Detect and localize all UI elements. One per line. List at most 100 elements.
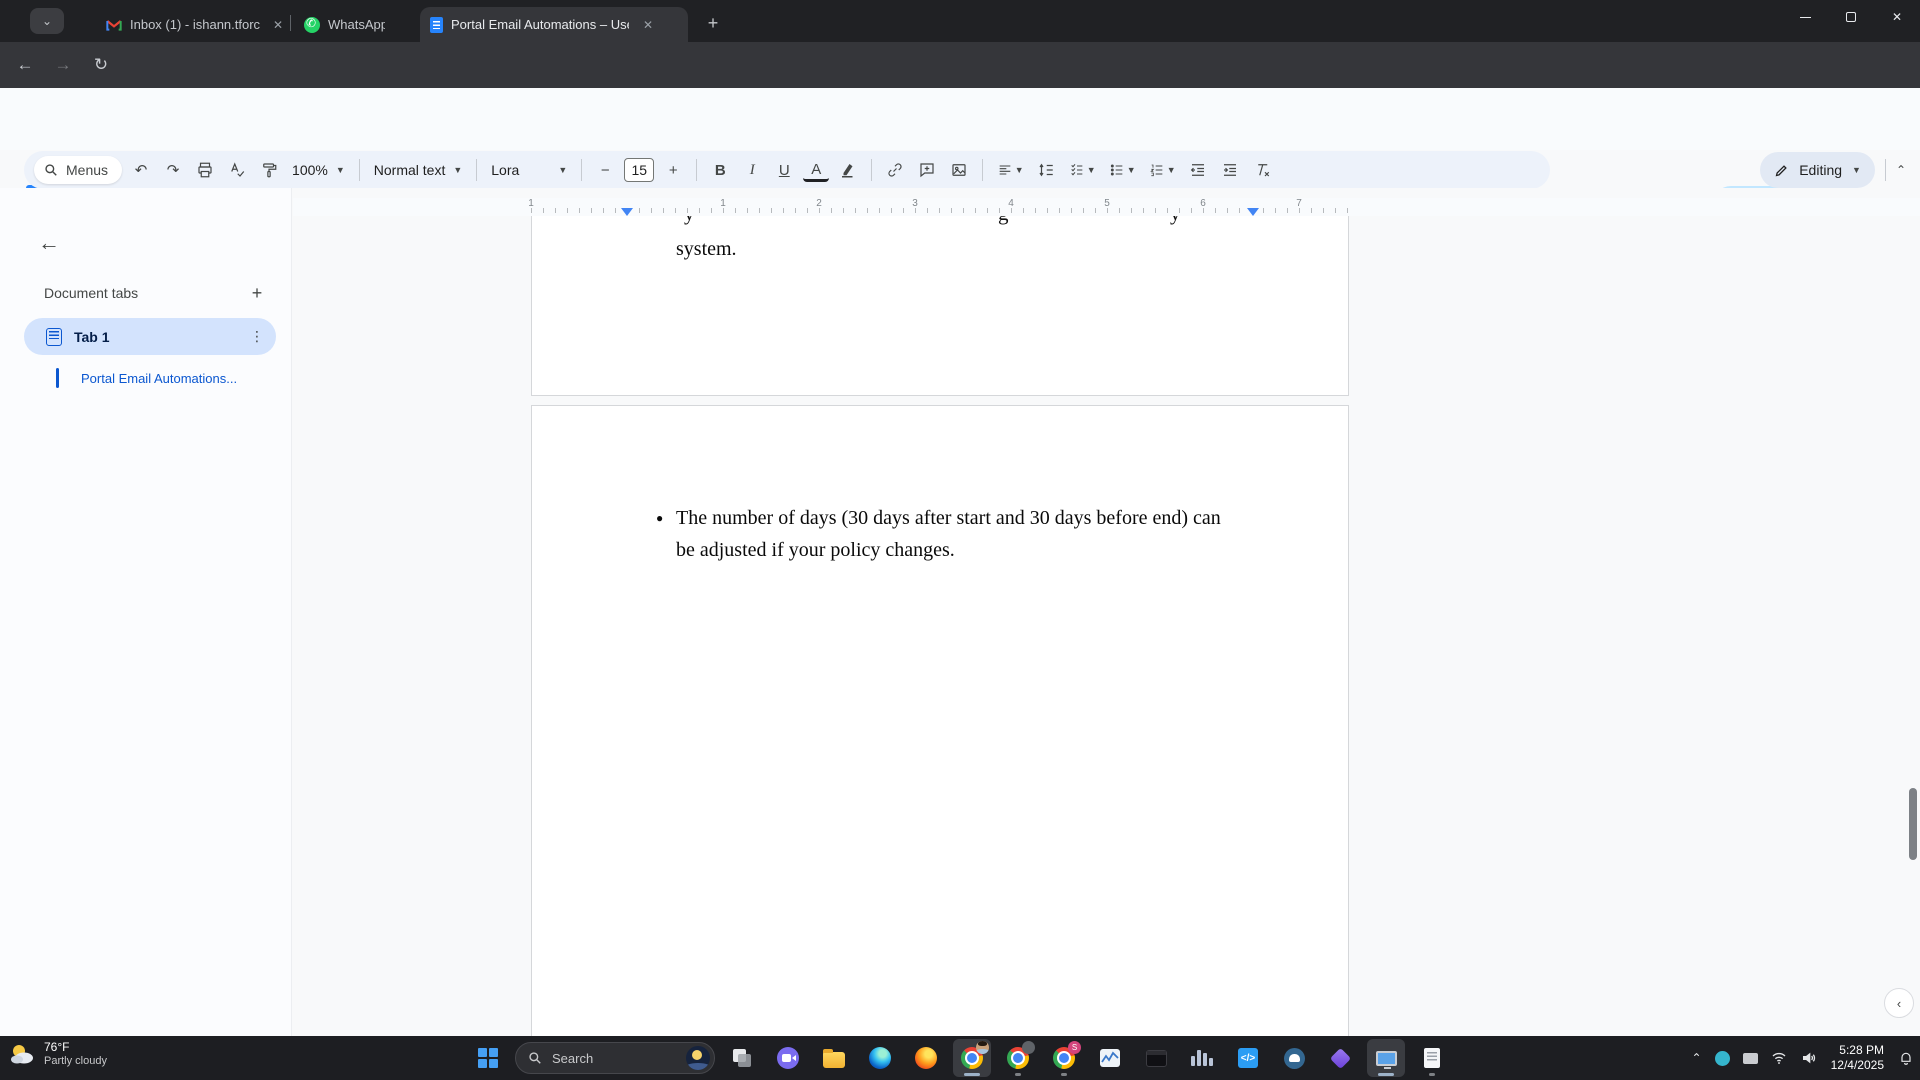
hidden-icons-chevron[interactable]: ⌃ — [1692, 1051, 1702, 1065]
undo-button[interactable]: ↶ — [128, 157, 154, 183]
chrome-active-button[interactable] — [953, 1039, 991, 1077]
italic-button[interactable]: I — [739, 157, 765, 183]
terminal-button[interactable] — [1137, 1039, 1175, 1077]
checklist-button[interactable]: ▼ — [1065, 157, 1099, 183]
numbered-list-button[interactable]: ▼ — [1145, 157, 1179, 183]
document-page-1[interactable]: y g y system. — [531, 216, 1349, 396]
increase-font-size-button[interactable]: + — [660, 157, 686, 183]
editing-mode-select[interactable]: Editing ▼ — [1760, 152, 1875, 188]
hide-menus-button[interactable]: ⌃ — [1896, 163, 1906, 177]
file-explorer-button[interactable] — [815, 1039, 853, 1077]
tab-options-icon[interactable]: ⋮ — [250, 328, 264, 345]
add-tab-button[interactable]: + — [244, 280, 270, 306]
docs-toolbar: Menus ↶ ↷ 100% ▼ Normal text ▼ Lora ▼ − 15 … — [24, 151, 1550, 189]
weather-temp: 76°F — [44, 1040, 70, 1054]
chat-app-button[interactable] — [769, 1039, 807, 1077]
notifications-icon[interactable] — [1897, 1050, 1914, 1067]
paragraph-style-select[interactable]: Normal text ▼ — [370, 162, 467, 178]
tab-title: Inbox (1) - ishann.tforce@gmai — [130, 17, 260, 32]
clear-formatting-button[interactable] — [1249, 157, 1275, 183]
underline-button[interactable]: U — [771, 157, 797, 183]
window-maximize-button[interactable] — [1828, 0, 1874, 34]
document-page-2[interactable]: ● The number of days (30 days after star… — [531, 405, 1349, 1036]
highlight-color-button[interactable] — [835, 157, 861, 183]
left-indent-marker[interactable] — [621, 208, 633, 216]
document-tab-1[interactable]: Tab 1 ⋮ — [24, 318, 276, 355]
scrollbar-thumb[interactable] — [1909, 788, 1917, 860]
bold-button[interactable]: B — [707, 157, 733, 183]
window-minimize-button[interactable] — [1782, 0, 1828, 34]
ruler-number: 2 — [816, 198, 822, 209]
outline-item[interactable]: Portal Email Automations... — [56, 368, 237, 388]
close-panel-back-button[interactable]: ← — [38, 230, 60, 256]
tray-device-icon[interactable] — [1742, 1052, 1758, 1064]
taskbar-clock[interactable]: 5:28 PM 12/4/2025 — [1831, 1043, 1884, 1073]
vscode-button[interactable]: </> — [1229, 1039, 1267, 1077]
add-comment-button[interactable] — [914, 157, 940, 183]
pgadmin-button[interactable] — [1275, 1039, 1313, 1077]
browser-tab-docs-active[interactable]: Portal Email Automations – Use ✕ — [420, 7, 688, 42]
tab-close-icon[interactable]: ✕ — [270, 16, 286, 34]
insert-image-button[interactable] — [946, 157, 972, 183]
edge-button[interactable] — [861, 1039, 899, 1077]
browser-tab-gmail[interactable]: Inbox (1) - ishann.tforce@gmai ✕ — [96, 7, 296, 42]
decrease-indent-button[interactable] — [1185, 157, 1211, 183]
tab-close-icon[interactable]: ✕ — [639, 16, 657, 34]
font-size-input[interactable]: 15 — [624, 158, 655, 182]
bullet-disc: ● — [656, 511, 664, 525]
forward-button[interactable]: → — [48, 50, 78, 80]
firefox-button[interactable] — [907, 1039, 945, 1077]
screen: ⌄ Inbox (1) - ishann.tforce@gmai ✕ Whats… — [0, 0, 1920, 1080]
columns-app-button[interactable] — [1183, 1039, 1221, 1077]
task-manager-icon — [1100, 1049, 1120, 1067]
ruler[interactable]: 1 1 2 3 4 5 6 7 — [293, 198, 1920, 216]
insert-link-button[interactable] — [882, 157, 908, 183]
bullet-text[interactable]: The number of days (30 days after start … — [676, 502, 1224, 566]
text-color-button[interactable]: A — [803, 160, 830, 182]
wifi-icon[interactable] — [1771, 1050, 1788, 1067]
tab-1-label: Tab 1 — [74, 328, 110, 345]
chrome-profile2-button[interactable] — [999, 1039, 1037, 1077]
line-spacing-button[interactable] — [1033, 157, 1059, 183]
window-close-button[interactable]: ✕ — [1874, 0, 1920, 34]
font-family-select[interactable]: Lora ▼ — [487, 162, 571, 178]
decrease-font-size-button[interactable]: − — [592, 157, 618, 183]
terminal-icon — [1145, 1049, 1167, 1067]
reload-button[interactable]: ↻ — [86, 50, 116, 80]
zoom-select[interactable]: 100% ▼ — [288, 162, 349, 178]
task-view-button[interactable] — [723, 1039, 761, 1077]
task-manager-button[interactable] — [1091, 1039, 1129, 1077]
vertical-scrollbar[interactable] — [1908, 188, 1918, 1036]
chrome-profile3-button[interactable]: S — [1045, 1039, 1083, 1077]
taskbar-weather-widget[interactable]: 76°F Partly cloudy — [8, 1040, 107, 1068]
right-indent-marker[interactable] — [1247, 208, 1259, 216]
bulleted-list-button[interactable]: ▼ — [1105, 157, 1139, 183]
bullet-list-item[interactable]: ● The number of days (30 days after star… — [656, 502, 1224, 566]
collapse-side-panel-button[interactable]: ‹ — [1884, 988, 1914, 1018]
pencil-icon — [1775, 164, 1787, 176]
tab-title: Portal Email Automations – Use — [451, 17, 629, 32]
start-button[interactable] — [469, 1039, 507, 1077]
tray-app-icon[interactable] — [1714, 1050, 1730, 1066]
taskbar-search[interactable]: Search — [515, 1042, 715, 1074]
docs-workspace: ← Document tabs + Tab 1 ⋮ Portal Email A… — [0, 188, 1920, 1036]
paragraph-text[interactable]: system. — [676, 238, 737, 261]
new-tab-button[interactable]: + — [700, 10, 726, 36]
redo-button[interactable]: ↷ — [160, 157, 186, 183]
display-app-button[interactable] — [1367, 1039, 1405, 1077]
print-button[interactable] — [192, 157, 218, 183]
volume-icon[interactable] — [1801, 1050, 1818, 1067]
purple-app-button[interactable] — [1321, 1039, 1359, 1077]
spell-check-button[interactable] — [224, 157, 250, 183]
ruler-number: 6 — [1200, 198, 1206, 209]
back-button[interactable]: ← — [10, 50, 40, 80]
paint-format-button[interactable] — [256, 157, 282, 183]
notes-app-button[interactable] — [1413, 1039, 1451, 1077]
align-button[interactable]: ▼ — [993, 157, 1027, 183]
outline-active-bar — [56, 368, 59, 388]
search-icon — [529, 1052, 541, 1064]
menus-search-button[interactable]: Menus — [34, 156, 123, 184]
ruler-number: 1 — [720, 198, 726, 209]
tab-search-button[interactable]: ⌄ — [30, 8, 64, 34]
increase-indent-button[interactable] — [1217, 157, 1243, 183]
